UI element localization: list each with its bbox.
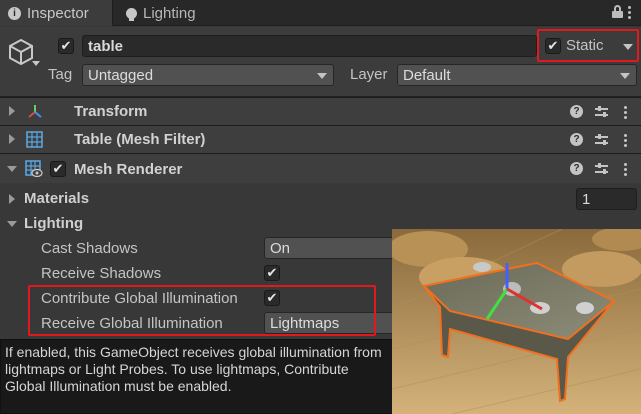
receive-shadows-checkbox[interactable]: ✔ — [264, 265, 280, 281]
info-icon: i — [8, 6, 21, 20]
component-menu-icon[interactable] — [624, 134, 627, 147]
active-checkbox[interactable]: ✔ — [58, 38, 74, 54]
materials-label[interactable]: Materials — [24, 190, 89, 207]
cast-shadows-label: Cast Shadows — [41, 240, 138, 257]
transform-axes-icon — [28, 105, 42, 118]
component-transform[interactable]: Transform ? — [0, 97, 641, 125]
mesh-filter-grid-icon — [26, 131, 43, 148]
tab-inspector-label: Inspector — [27, 4, 89, 22]
static-highlight-box — [537, 29, 639, 62]
checkmark-icon: ✔ — [52, 161, 64, 176]
tab-bar: i Inspector Lighting — [0, 0, 641, 26]
gi-highlight-box — [28, 285, 376, 336]
materials-count-field[interactable]: 1 — [576, 188, 637, 210]
name-field[interactable]: table — [82, 35, 537, 57]
component-title: Transform — [74, 103, 148, 120]
mesh-renderer-enabled-checkbox[interactable]: ✔ — [50, 161, 66, 177]
gameobject-cube-icon — [9, 38, 33, 65]
help-icon[interactable]: ? — [570, 162, 583, 175]
gameobject-header: ✔ table ✔ Static Tag Untagged Layer Defa… — [0, 27, 641, 97]
materials-foldout-arrow-icon[interactable] — [9, 194, 15, 204]
layer-value: Default — [403, 66, 451, 84]
tooltip-text: If enabled, this GameObject receives glo… — [5, 344, 382, 394]
component-menu-icon[interactable] — [624, 163, 627, 176]
tab-inspector[interactable]: i Inspector — [0, 0, 113, 26]
tag-label: Tag — [48, 66, 73, 83]
component-mesh-filter[interactable]: Table (Mesh Filter) ? — [0, 125, 641, 153]
materials-count-value: 1 — [582, 190, 591, 208]
lighting-section-label[interactable]: Lighting — [24, 215, 83, 232]
chevron-down-icon — [317, 73, 327, 79]
name-value: table — [88, 37, 124, 55]
component-mesh-renderer[interactable]: ✔ Mesh Renderer ? — [0, 153, 641, 183]
foldout-arrow-icon[interactable] — [9, 106, 15, 116]
foldout-arrow-icon[interactable] — [9, 134, 15, 144]
lightbulb-icon — [126, 7, 137, 21]
icon-dropdown-arrow-icon[interactable] — [32, 61, 40, 66]
presets-icon[interactable] — [595, 134, 608, 146]
component-menu-icon[interactable] — [624, 106, 627, 119]
component-title: Mesh Renderer — [74, 161, 183, 178]
checkmark-icon: ✔ — [60, 38, 72, 53]
chevron-down-icon — [620, 73, 630, 79]
tab-lighting-label: Lighting — [143, 4, 196, 22]
component-title: Table (Mesh Filter) — [74, 131, 206, 148]
tab-lighting[interactable]: Lighting — [118, 0, 228, 26]
cast-shadows-value: On — [270, 239, 291, 257]
tooltip: If enabled, this GameObject receives glo… — [0, 339, 395, 414]
tag-value: Untagged — [88, 66, 154, 84]
lock-icon[interactable] — [612, 5, 623, 18]
receive-shadows-label: Receive Shadows — [41, 265, 162, 282]
checkmark-icon: ✔ — [266, 265, 278, 280]
mesh-renderer-icon — [25, 160, 43, 178]
scene-preview-image — [392, 229, 641, 414]
layer-label: Layer — [350, 66, 388, 83]
help-icon[interactable]: ? — [570, 133, 583, 146]
window-menu-icon[interactable] — [628, 6, 631, 19]
lighting-foldout-arrow-icon[interactable] — [7, 221, 17, 227]
layer-dropdown[interactable]: Default — [397, 64, 637, 86]
foldout-arrow-icon[interactable] — [7, 166, 17, 172]
help-icon[interactable]: ? — [570, 105, 583, 118]
presets-icon[interactable] — [595, 163, 608, 175]
presets-icon[interactable] — [595, 106, 608, 118]
cast-shadows-dropdown[interactable]: On — [264, 237, 404, 259]
tag-dropdown[interactable]: Untagged — [82, 64, 334, 86]
